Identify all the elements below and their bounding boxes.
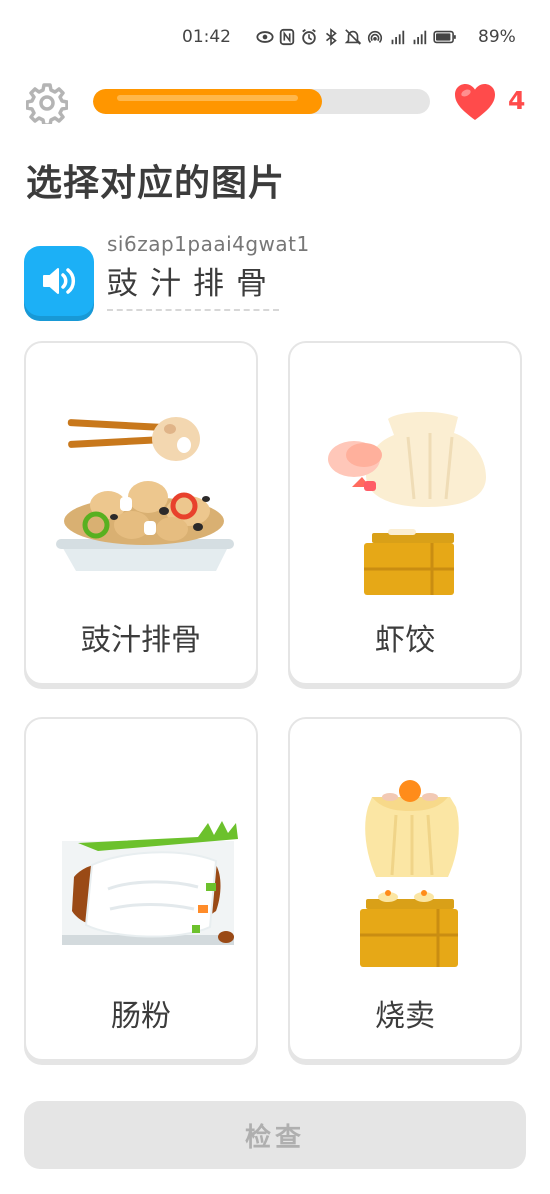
- battery-icon: [433, 30, 456, 44]
- settings-gear-icon[interactable]: [26, 82, 68, 124]
- signal-5g-icon: [413, 30, 427, 45]
- choice-card-spareribs[interactable]: 豉汁排骨: [24, 341, 258, 685]
- romanization-text: si6zap1paai4gwat1: [107, 232, 310, 256]
- shrimp-dumpling-image: [328, 411, 486, 595]
- progress-shine: [117, 95, 298, 101]
- rice-noodle-roll-image: [62, 821, 238, 945]
- status-bar: 01:42 89%: [0, 0, 550, 74]
- progress-fill: [93, 89, 322, 114]
- alarm-icon: [302, 29, 316, 45]
- bluetooth-icon: [325, 28, 337, 46]
- speaker-icon: [43, 268, 76, 294]
- status-icons: [256, 26, 458, 48]
- check-button[interactable]: 检查: [24, 1101, 526, 1169]
- prompt-word[interactable]: 豉汁排骨: [107, 258, 279, 311]
- choice-card-rice-noodle-roll[interactable]: 肠粉: [24, 717, 258, 1061]
- battery-percent: 89%: [478, 27, 516, 47]
- hearts-count: 4: [508, 86, 526, 115]
- choice-card-siu-mai[interactable]: 烧卖: [288, 717, 522, 1061]
- signal-4g-icon: [391, 30, 405, 45]
- lesson-progress-bar: [93, 89, 430, 114]
- choice-label: 肠粉: [111, 999, 171, 1034]
- choice-label: 豉汁排骨: [81, 623, 201, 658]
- status-time: 01:42: [182, 27, 231, 47]
- choice-card-shrimp-dumpling[interactable]: 虾饺: [288, 341, 522, 685]
- nfc-icon: [279, 28, 295, 46]
- challenge-title: 选择对应的图片: [26, 163, 286, 204]
- heart-icon[interactable]: [453, 82, 497, 122]
- mute-icon: [344, 29, 362, 45]
- play-audio-button[interactable]: [24, 246, 94, 316]
- choice-label: 虾饺: [375, 623, 435, 658]
- siu-mai-image: [360, 780, 459, 967]
- eye-icon: [256, 31, 274, 43]
- black-bean-spareribs-image: [56, 417, 234, 571]
- choice-label: 烧卖: [375, 999, 435, 1034]
- hotspot-icon: [367, 30, 383, 43]
